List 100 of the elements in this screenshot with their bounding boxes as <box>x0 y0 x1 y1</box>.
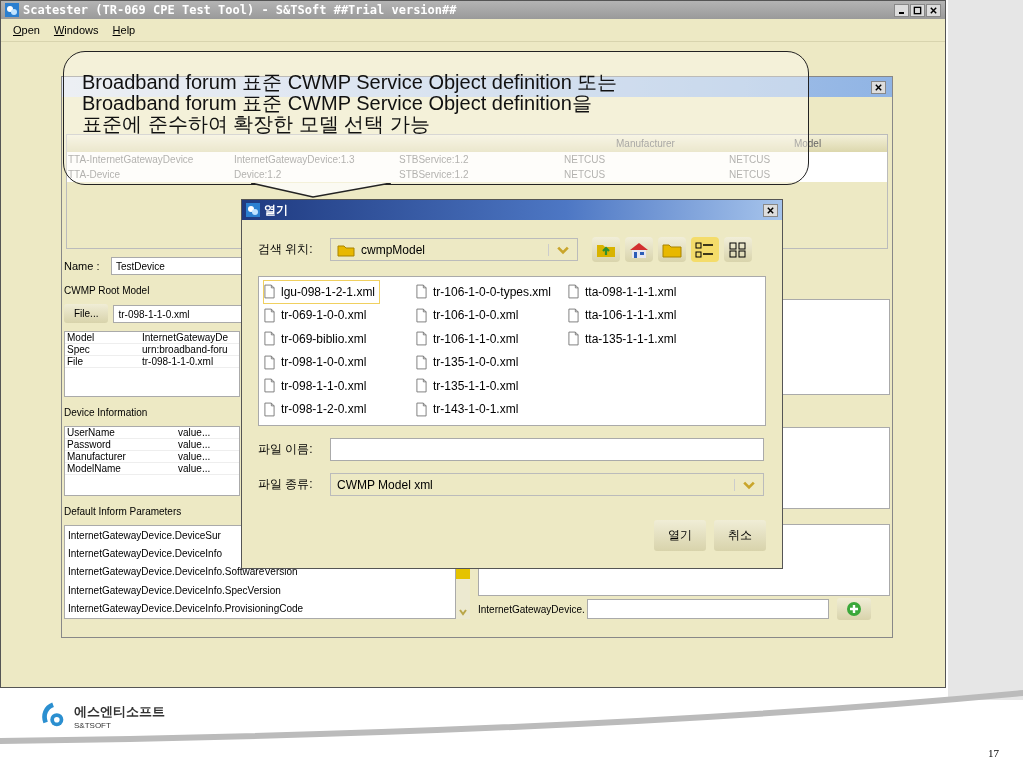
file-item[interactable]: tr-135-1-0-0.xml <box>415 350 567 374</box>
list-item[interactable]: InternetGatewayDevice.DeviceInfo.ProvisioningCode <box>68 603 455 615</box>
name-label: Name : <box>64 260 101 272</box>
table-cell: tr-098-1-1-0.xml <box>142 356 214 367</box>
file-item[interactable]: tta-106-1-1-1.xml <box>567 303 719 327</box>
table-cell-text: Spec <box>66 344 91 355</box>
table-cell-text: NETCUS <box>563 153 607 167</box>
grid-view-icon <box>728 241 748 258</box>
list-item[interactable]: InternetGatewayDevice.DeviceInfo.SoftwareVersion <box>68 566 455 578</box>
folder-icon <box>337 242 355 257</box>
close-button[interactable] <box>871 80 886 94</box>
plus-icon <box>845 601 862 617</box>
menu-item[interactable]: Help <box>112 24 136 36</box>
maximize-icon <box>913 5 922 15</box>
details-view-button[interactable] <box>691 237 719 262</box>
table-cell-text: UserName <box>66 427 116 438</box>
company-name: S&TSOFT <box>74 720 112 730</box>
path-field[interactable] <box>586 599 829 619</box>
file-item[interactable]: tta-135-1-1-1.xml <box>567 327 719 351</box>
up-folder-button[interactable] <box>592 237 620 262</box>
table-cell: value... <box>178 463 211 474</box>
document-icon <box>264 307 275 323</box>
open-button[interactable]: 열기 <box>654 520 706 551</box>
table-cell-text: Password <box>66 439 112 450</box>
table-cell-text: TTA-Device <box>67 168 122 182</box>
page-number: 17 <box>988 747 999 759</box>
table-cell-text: STBService:1.2 <box>398 168 470 182</box>
table-cell: InternetGatewayDe <box>142 332 229 343</box>
document-icon <box>568 307 579 323</box>
look-in-dropdown[interactable]: cwmpModel <box>330 238 578 261</box>
document-icon <box>568 284 579 300</box>
section-title: Device Information <box>64 407 148 418</box>
list-view-button[interactable] <box>724 237 752 262</box>
list-item[interactable]: InternetGatewayDevice.DeviceInfo.SpecVersion <box>68 584 455 596</box>
document-icon <box>264 354 275 370</box>
table-cell: urn:broadband-foru <box>142 344 228 355</box>
file-item[interactable]: tr-098-1-2-0.xml <box>263 397 415 421</box>
table-cell-text: NETCUS <box>563 168 607 182</box>
file-item[interactable]: tr-106-1-0-0-types.xml <box>415 280 567 304</box>
file-item[interactable]: tta-098-1-1-1.xml <box>567 280 719 304</box>
add-button[interactable] <box>836 598 871 620</box>
file-item[interactable]: tr-098-1-1-0.xml <box>263 374 415 398</box>
document-icon <box>416 331 427 347</box>
document-icon <box>264 284 275 300</box>
file-item[interactable]: tr-098-1-0-0.xml <box>263 350 415 374</box>
app-logo-icon <box>246 203 260 217</box>
document-icon <box>264 401 275 417</box>
close-button[interactable] <box>926 3 941 17</box>
file-item[interactable]: tr-069-biblio.xml <box>263 327 415 351</box>
file-type-dropdown[interactable]: CWMP Model xml <box>330 473 764 496</box>
minimize-icon <box>899 12 904 14</box>
table-cell: value... <box>178 451 211 462</box>
table-cell-text: TTA-InternetGatewayDevice <box>67 153 195 167</box>
close-icon <box>874 82 883 92</box>
table-cell-text: File <box>66 356 85 367</box>
caret-icon <box>458 607 468 617</box>
document-icon <box>416 354 427 370</box>
table-cell-text: NETCUS <box>728 168 772 182</box>
document-icon <box>264 331 275 347</box>
menu-item[interactable]: Windows <box>53 24 99 36</box>
minimize-button[interactable] <box>894 3 909 17</box>
document-icon <box>568 331 579 347</box>
document-icon <box>264 378 275 394</box>
file-item[interactable]: lgu-098-1-2-1.xml <box>263 280 381 304</box>
file-item[interactable]: tr-106-1-0-0.xml <box>415 303 567 327</box>
file-item[interactable]: tr-106-1-1-0.xml <box>415 327 567 351</box>
section-title: Default Inform Parameters <box>64 506 182 517</box>
close-icon <box>766 205 775 215</box>
house-icon <box>629 241 649 258</box>
company-name: 에스엔티소프트 <box>74 702 165 721</box>
file-type-label: 파일 종류: <box>258 476 314 493</box>
table-cell-text: Manufacturer <box>66 451 127 462</box>
file-name-field[interactable] <box>330 438 764 461</box>
details-view-icon <box>695 241 715 258</box>
close-button[interactable] <box>763 203 778 217</box>
document-icon <box>416 378 427 394</box>
dialog-title: 열기 <box>264 201 288 219</box>
file-button[interactable]: File... <box>64 304 109 323</box>
app-logo-icon <box>5 3 19 17</box>
table-cell-text: NETCUS <box>728 153 772 167</box>
look-in-label: 검색 위치: <box>258 241 314 258</box>
file-item[interactable]: tr-143-1-0-1.xml <box>415 397 567 421</box>
file-name-label: 파일 이름: <box>258 441 314 458</box>
document-icon <box>416 401 427 417</box>
path-label: InternetGatewayDevice. <box>478 603 585 615</box>
maximize-button[interactable] <box>910 3 925 17</box>
file-item[interactable]: tr-135-1-1-0.xml <box>415 374 567 398</box>
cancel-button[interactable]: 취소 <box>714 520 766 551</box>
callout-text: Broadband forum 표준 CWMP Service Object definition 또는 Broadband forum 표준 CWMP Service Object definition을 표준에 준수하여 확장한 모델 선택 가능 <box>82 72 618 135</box>
table-cell-text: ModelName <box>66 463 122 474</box>
table-cell-text: Device:1.2 <box>233 168 283 182</box>
close-icon <box>929 5 938 15</box>
table-cell: value... <box>178 427 211 438</box>
table-cell: value... <box>178 439 211 450</box>
menu-item[interactable]: Open <box>13 24 40 36</box>
window-title: Scatester (TR-069 CPE Test Tool) - S&TSoft ##Trial version## <box>23 3 457 17</box>
home-button[interactable] <box>625 237 653 262</box>
document-icon <box>416 284 427 300</box>
section-title: CWMP Root Model <box>64 285 150 296</box>
table-cell-text: STBService:1.2 <box>398 153 470 167</box>
